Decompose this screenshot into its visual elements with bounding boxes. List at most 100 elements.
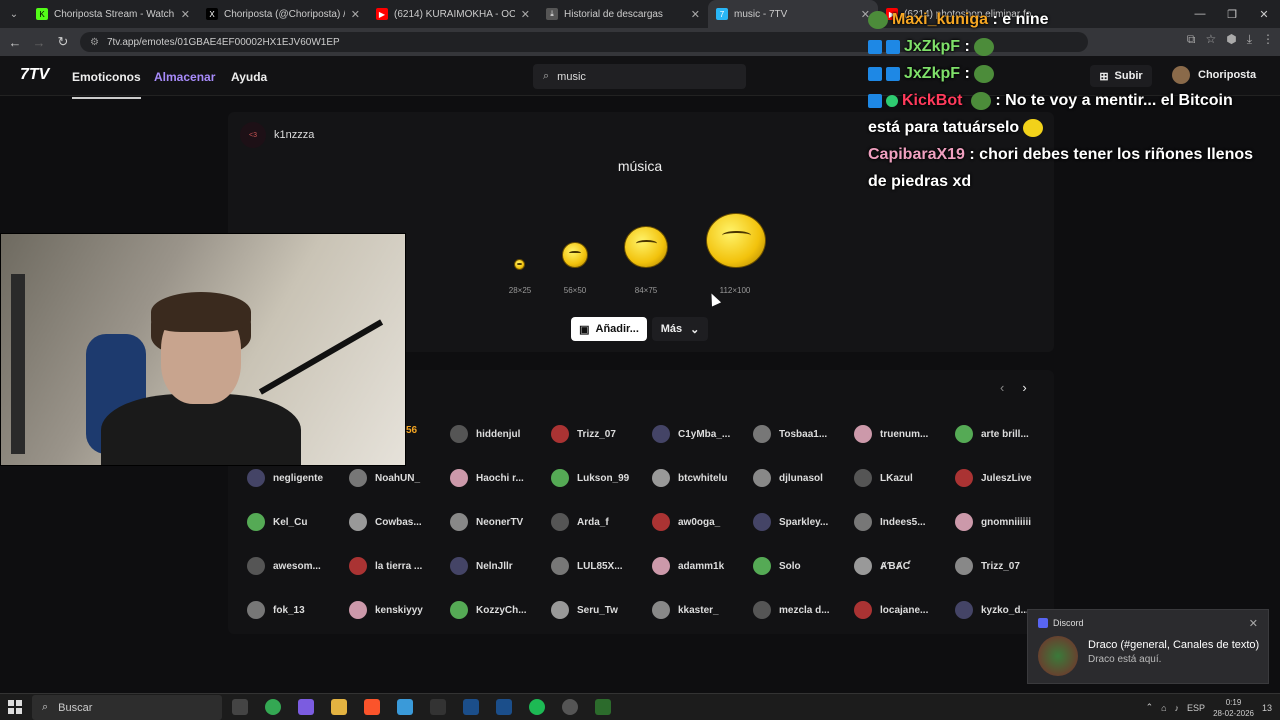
chat-message: JxZkpF :	[868, 33, 1268, 60]
tab-search-icon[interactable]: ⌄	[0, 0, 28, 28]
search-icon: ⌕	[543, 70, 550, 82]
channel-item[interactable]: Seru_Tw	[551, 601, 618, 619]
task-view-icon[interactable]	[232, 699, 248, 715]
channel-item[interactable]: Haochi r...	[450, 469, 524, 487]
channel-item[interactable]: locajane...	[854, 601, 928, 619]
file-explorer-icon[interactable]	[331, 699, 347, 715]
channel-item[interactable]: Trizz_07	[551, 425, 616, 443]
channel-item[interactable]: gnomniiiiii	[955, 513, 1031, 531]
avatar	[551, 425, 569, 443]
forward-icon[interactable]: →	[27, 35, 51, 50]
channel-item[interactable]: NelnJllr	[450, 557, 513, 575]
avatar	[955, 601, 973, 619]
close-icon[interactable]: ✕	[351, 8, 360, 21]
close-icon[interactable]: ✕	[521, 8, 530, 21]
avatar	[450, 557, 468, 575]
site-info-icon[interactable]: ⚙	[90, 37, 99, 48]
taskbar-search[interactable]: ⌕ Buscar	[32, 695, 222, 720]
chat-message: JxZkpF :	[868, 60, 1268, 87]
store-icon[interactable]	[397, 699, 413, 715]
emote-preview-2x[interactable]	[562, 242, 588, 268]
more-button[interactable]: Más ⌄	[652, 317, 708, 341]
windows-start-icon[interactable]	[8, 700, 22, 714]
language-indicator[interactable]: ESP	[1187, 703, 1205, 713]
channel-item[interactable]: djlunasol	[753, 469, 823, 487]
avatar	[652, 425, 670, 443]
nav-store[interactable]: Almacenar	[154, 70, 215, 84]
7tv-logo[interactable]: 7TV	[20, 66, 49, 84]
emote-preview-1x[interactable]	[514, 259, 525, 270]
nav-emotes[interactable]: Emoticonos	[72, 70, 141, 99]
avatar	[450, 513, 468, 531]
tab-downloads[interactable]: ⤓ Historial de descargas ✕	[538, 0, 708, 28]
channel-item[interactable]: awesom...	[247, 557, 321, 575]
channel-item[interactable]: ȺƁȺƇ	[854, 557, 910, 575]
tab-youtube-1[interactable]: ▶ (6214) KURAIMOKHA - OC ✕	[368, 0, 538, 28]
channel-item[interactable]: adamm1k	[652, 557, 724, 575]
channel-item[interactable]: Solo	[753, 557, 801, 575]
reload-icon[interactable]: ↻	[51, 34, 75, 50]
discord-notification[interactable]: Discord ✕ Draco (#general, Canales de te…	[1027, 609, 1269, 684]
channel-item[interactable]: C1yMba_...	[652, 425, 730, 443]
avatar	[652, 601, 670, 619]
chevron-up-icon[interactable]: ⌃	[1146, 702, 1154, 713]
channel-item[interactable]: JuleszLive	[955, 469, 1032, 487]
channel-item[interactable]: Lukson_99	[551, 469, 629, 487]
app-icon[interactable]	[595, 699, 611, 715]
channel-item[interactable]: KozzyCh...	[450, 601, 527, 619]
chevron-right-icon[interactable]: ›	[1022, 380, 1026, 395]
chrome-icon[interactable]	[265, 699, 281, 715]
network-icon[interactable]: ⌂	[1161, 703, 1166, 713]
channel-item[interactable]: aw0oga_	[652, 513, 720, 531]
channel-item[interactable]: negligente	[247, 469, 323, 487]
channel-item[interactable]: kenskiyyy	[349, 601, 423, 619]
channel-item[interactable]: arte brill...	[955, 425, 1029, 443]
tab-x[interactable]: X Choriposta (@Choriposta) / X ✕	[198, 0, 368, 28]
app-icon[interactable]	[430, 699, 446, 715]
channel-item[interactable]: la tierra ...	[349, 557, 422, 575]
emote-preview-3x[interactable]	[624, 226, 668, 268]
channel-item[interactable]: kyzko_d...	[955, 601, 1029, 619]
channel-item[interactable]: hiddenjul	[450, 425, 520, 443]
channel-item[interactable]: Sparkley...	[753, 513, 828, 531]
search-input[interactable]: ⌕ music	[533, 64, 746, 89]
clock[interactable]: 0:19 28-02-2026	[1213, 697, 1254, 719]
download-icon: ⤓	[546, 8, 558, 20]
obs-icon[interactable]	[298, 699, 314, 715]
close-icon[interactable]: ✕	[181, 8, 190, 21]
channel-item[interactable]: LUL85X...	[551, 557, 623, 575]
volume-icon[interactable]: ♪	[1175, 703, 1180, 713]
tab-7tv[interactable]: 7 music - 7TV ✕	[708, 0, 878, 28]
nav-help[interactable]: Ayuda	[231, 70, 267, 84]
tab-kick[interactable]: KChoriposta Stream - Watch Live✕	[28, 0, 198, 28]
brave-icon[interactable]	[364, 699, 380, 715]
emote-owner[interactable]: <3 k1nzzza	[240, 122, 314, 148]
channel-item[interactable]: btcwhitelu	[652, 469, 727, 487]
back-icon[interactable]: ←	[3, 35, 27, 50]
channel-item[interactable]: 56	[406, 425, 417, 436]
channel-item[interactable]: Kel_Cu	[247, 513, 307, 531]
channel-item[interactable]: Cowbas...	[349, 513, 422, 531]
channel-item[interactable]: Trizz_07	[955, 557, 1020, 575]
channel-item[interactable]: truenum...	[854, 425, 928, 443]
channel-item[interactable]: NeonerTV	[450, 513, 523, 531]
add-emote-button[interactable]: ▣ Añadir...	[571, 317, 647, 341]
channel-name: JuleszLive	[981, 472, 1032, 484]
channel-item[interactable]: NoahUN_	[349, 469, 420, 487]
notification-icon[interactable]: 13	[1262, 703, 1272, 713]
close-icon[interactable]: ✕	[691, 8, 700, 21]
steam-icon[interactable]	[496, 699, 512, 715]
spotify-icon[interactable]	[529, 699, 545, 715]
app-icon[interactable]	[562, 699, 578, 715]
channel-item[interactable]: mezcla d...	[753, 601, 830, 619]
channel-item[interactable]: fok_13	[247, 601, 305, 619]
emote-preview-4x[interactable]	[706, 213, 766, 268]
channel-item[interactable]: kkaster_	[652, 601, 719, 619]
steam-icon[interactable]	[463, 699, 479, 715]
channel-item[interactable]: Arda_f	[551, 513, 609, 531]
close-icon[interactable]: ✕	[1249, 617, 1258, 630]
channel-item[interactable]: Indees5...	[854, 513, 926, 531]
channel-item[interactable]: Tosbaa1...	[753, 425, 827, 443]
chevron-left-icon[interactable]: ‹	[1000, 380, 1004, 395]
channel-item[interactable]: LKazul	[854, 469, 913, 487]
